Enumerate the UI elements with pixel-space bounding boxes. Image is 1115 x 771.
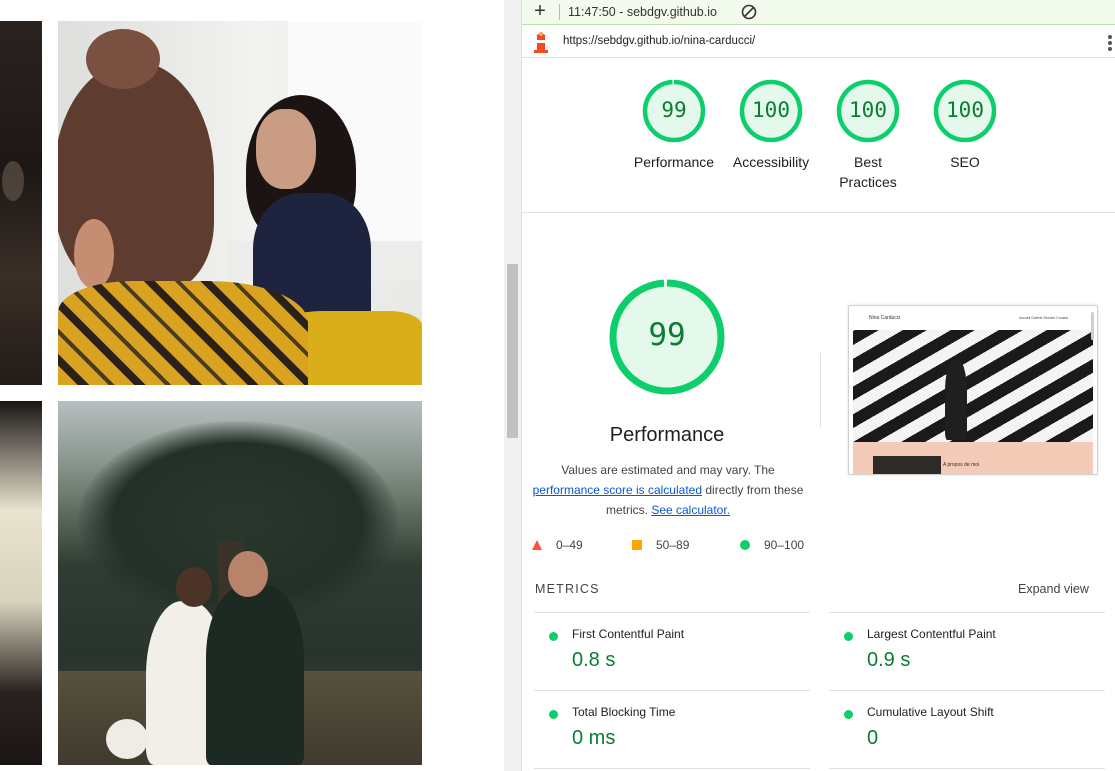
gauge-score: 99	[661, 98, 687, 122]
metric-first-contentful-paint[interactable]: First Contentful Paint 0.8 s	[534, 612, 810, 690]
triangle-icon	[532, 539, 542, 553]
metric-name: Total Blocking Time	[572, 705, 676, 719]
legend-pass-label: 90–100	[764, 538, 805, 552]
pass-circle-icon	[549, 632, 558, 641]
screenshot-about: A propos de moi	[853, 442, 1093, 474]
metric-largest-contentful-paint[interactable]: Largest Contentful Paint 0.9 s	[829, 612, 1105, 690]
gauge-score: 100	[849, 98, 887, 122]
screenshot-nav: Accueil Galerie Service Contact	[1019, 316, 1069, 320]
gauge-best-practices[interactable]: 100 Best Practices	[818, 78, 918, 192]
performance-title: Performance	[609, 424, 725, 446]
expand-view-button[interactable]: Expand view	[1018, 582, 1089, 596]
screenshot-header: Nina Carducci Accueil Galerie Service Co…	[849, 306, 1097, 330]
final-screenshot[interactable]: Nina Carducci Accueil Galerie Service Co…	[848, 305, 1098, 475]
toolbar-divider	[559, 4, 560, 20]
legend-average-label: 50–89	[656, 538, 690, 552]
screenshot-about-label: A propos de moi	[943, 462, 980, 468]
gauge-label: Best Practices	[818, 152, 918, 192]
metric-value: 0.9 s	[867, 649, 911, 671]
pass-circle-icon	[549, 710, 558, 719]
metric-cumulative-layout-shift[interactable]: Cumulative Layout Shift 0	[829, 690, 1105, 768]
gauge-score: 100	[752, 98, 790, 122]
gauge-label-line1: Best	[853, 154, 882, 170]
pass-circle-icon	[844, 710, 853, 719]
lighthouse-panel: + 11:47:50 - sebdgv.github.io https://se…	[521, 0, 1115, 771]
gauge-label: SEO	[950, 154, 980, 170]
block-icon	[741, 4, 757, 20]
gallery-photo-wedding[interactable]	[58, 401, 422, 765]
metric-total-blocking-time[interactable]: Total Blocking Time 0 ms	[534, 690, 810, 768]
metrics-heading: METRICS	[535, 582, 600, 596]
screenshot-hero	[853, 330, 1093, 442]
clear-reports-button[interactable]	[740, 3, 758, 21]
performance-score: 99	[648, 317, 686, 353]
performance-description: Values are estimated and may vary. The p…	[530, 460, 806, 520]
score-calculated-link[interactable]: performance score is calculated	[533, 483, 702, 497]
section-divider	[522, 212, 1115, 213]
gauge-label-line2: Practices	[839, 174, 897, 190]
gauge-label: Accessibility	[732, 154, 810, 170]
legend-average: 50–89	[632, 538, 689, 553]
new-report-button[interactable]: +	[530, 0, 550, 22]
see-calculator-link[interactable]: See calculator.	[651, 503, 730, 517]
gallery-photo-portrait-partial-2[interactable]	[0, 401, 42, 765]
report-select[interactable]: 11:47:50 - sebdgv.github.io	[568, 5, 717, 19]
vertical-dots-icon[interactable]	[1106, 34, 1114, 52]
metric-value: 0.8 s	[572, 649, 616, 671]
report-url-bar: https://sebdgv.github.io/nina-carducci/	[522, 26, 1115, 58]
plus-icon: +	[534, 0, 546, 22]
legend-fail-label: 0–49	[556, 538, 583, 552]
metric-name: Largest Contentful Paint	[867, 627, 996, 641]
gauge-score: 100	[946, 98, 984, 122]
circle-icon	[740, 539, 750, 553]
metric-value: 0	[867, 727, 879, 749]
legend-fail: 0–49	[532, 538, 583, 553]
gauge-seo[interactable]: 100 SEO	[915, 78, 1015, 172]
gauge-accessibility[interactable]: 100 Accessibility	[721, 78, 821, 172]
pass-circle-icon	[844, 632, 853, 641]
page-scrollbar-thumb[interactable]	[507, 264, 518, 438]
metric-name: Cumulative Layout Shift	[867, 705, 994, 719]
gauge-label: Performance	[633, 154, 715, 170]
desc-prefix: Values are estimated and may vary. The	[561, 463, 775, 477]
screenshot-brand: Nina Carducci	[869, 315, 901, 321]
legend-pass: 90–100	[740, 538, 804, 553]
metric-value: 0 ms	[572, 727, 616, 749]
gallery-photo-portrait-partial[interactable]	[0, 21, 42, 385]
lighthouse-toolbar: + 11:47:50 - sebdgv.github.io	[522, 0, 1115, 25]
metric-name: First Contentful Paint	[572, 627, 685, 641]
square-icon	[632, 539, 642, 553]
report-url[interactable]: https://sebdgv.github.io/nina-carducci/	[563, 35, 755, 47]
gauge-performance[interactable]: 99 Performance	[624, 78, 724, 172]
metrics-divider	[829, 768, 1105, 769]
website-viewport	[0, 0, 504, 771]
vertical-divider	[820, 353, 821, 427]
metrics-divider	[534, 768, 810, 769]
gallery-photo-meeting[interactable]	[58, 21, 422, 385]
lighthouse-icon	[532, 31, 550, 53]
screenshot-scrollbar	[1091, 312, 1094, 340]
